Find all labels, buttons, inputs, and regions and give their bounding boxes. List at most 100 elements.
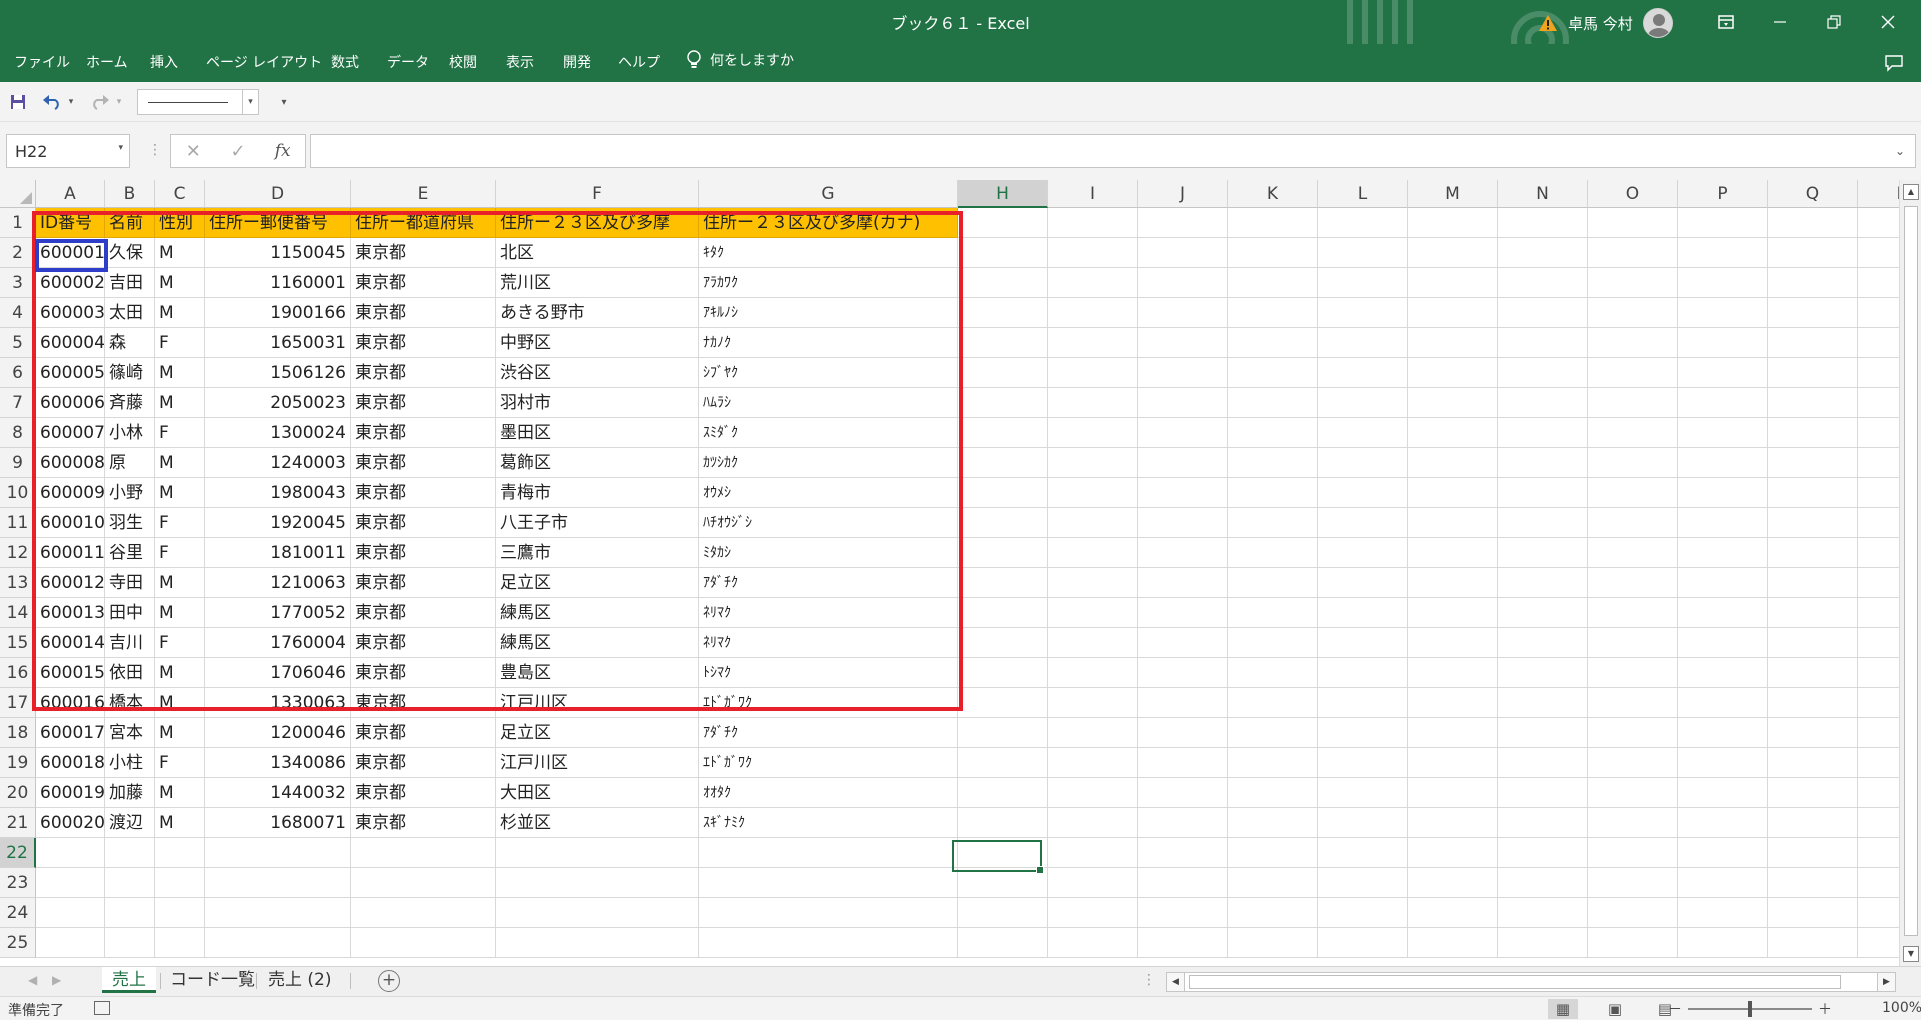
table-cell[interactable]: F [155, 328, 205, 358]
table-cell[interactable]: 江戸川区 [496, 688, 699, 718]
chevron-down-icon[interactable]: ▾ [242, 90, 258, 114]
empty-cell[interactable] [1228, 748, 1318, 778]
table-cell[interactable]: F [155, 418, 205, 448]
empty-cell[interactable] [1138, 508, 1228, 538]
table-cell[interactable]: M [155, 778, 205, 808]
table-cell[interactable]: M [155, 358, 205, 388]
column-header[interactable]: A [36, 180, 105, 208]
empty-cell[interactable] [1048, 568, 1138, 598]
empty-cell[interactable] [1678, 598, 1768, 628]
empty-cell[interactable] [1498, 838, 1588, 868]
row-header[interactable]: 3 [0, 268, 36, 298]
empty-cell[interactable] [1048, 808, 1138, 838]
insert-function-icon[interactable]: fx [260, 141, 305, 161]
table-cell[interactable]: M [155, 388, 205, 418]
tab-data[interactable]: データ [387, 52, 429, 72]
table-cell[interactable]: 600015 [36, 658, 105, 688]
empty-cell[interactable] [1588, 568, 1678, 598]
empty-cell[interactable] [1588, 778, 1678, 808]
empty-cell[interactable] [1588, 628, 1678, 658]
row-header[interactable]: 14 [0, 598, 36, 628]
table-cell[interactable]: 北区 [496, 238, 699, 268]
empty-cell[interactable] [1588, 388, 1678, 418]
empty-cell[interactable] [1678, 778, 1768, 808]
empty-cell[interactable] [1858, 688, 1899, 718]
table-cell[interactable]: 1330063 [205, 688, 351, 718]
table-cell[interactable]: 600011 [36, 538, 105, 568]
empty-cell[interactable] [1048, 388, 1138, 418]
table-cell[interactable]: 東京都 [351, 658, 496, 688]
empty-cell[interactable] [1768, 658, 1858, 688]
empty-cell[interactable] [1318, 628, 1408, 658]
empty-cell[interactable] [958, 688, 1048, 718]
column-header[interactable]: L [1318, 180, 1408, 208]
table-cell[interactable]: 江戸川区 [496, 748, 699, 778]
empty-cell[interactable] [958, 328, 1048, 358]
table-cell[interactable]: 1920045 [205, 508, 351, 538]
empty-cell[interactable] [1138, 268, 1228, 298]
empty-cell[interactable] [958, 448, 1048, 478]
empty-cell[interactable] [496, 868, 699, 898]
table-cell[interactable]: 寺田 [105, 568, 155, 598]
empty-cell[interactable] [1408, 208, 1498, 238]
empty-cell[interactable] [1498, 778, 1588, 808]
empty-cell[interactable] [1768, 448, 1858, 478]
row-header[interactable]: 19 [0, 748, 36, 778]
empty-cell[interactable] [1498, 688, 1588, 718]
row-header[interactable]: 22 [0, 838, 36, 868]
empty-cell[interactable] [1678, 568, 1768, 598]
empty-cell[interactable] [1228, 658, 1318, 688]
empty-cell[interactable] [1588, 238, 1678, 268]
empty-cell[interactable] [1138, 328, 1228, 358]
empty-cell[interactable] [1858, 748, 1899, 778]
empty-cell[interactable] [1318, 508, 1408, 538]
empty-cell[interactable] [1408, 928, 1498, 958]
redo-icon[interactable] [88, 90, 112, 114]
column-header[interactable]: Q [1768, 180, 1858, 208]
empty-cell[interactable] [1858, 718, 1899, 748]
empty-cell[interactable] [1768, 298, 1858, 328]
empty-cell[interactable] [1318, 448, 1408, 478]
ribbon-display-icon[interactable] [1698, 0, 1754, 44]
table-cell[interactable]: 1340086 [205, 748, 351, 778]
table-cell[interactable]: M [155, 598, 205, 628]
empty-cell[interactable] [1858, 568, 1899, 598]
empty-cell[interactable] [496, 898, 699, 928]
column-header[interactable]: F [496, 180, 699, 208]
undo-icon[interactable] [40, 90, 64, 114]
row-header[interactable]: 21 [0, 808, 36, 838]
empty-cell[interactable] [1318, 748, 1408, 778]
empty-cell[interactable] [1048, 778, 1138, 808]
sheet-tab-sales-2[interactable]: 売上 (2) [258, 967, 341, 993]
row-header[interactable]: 10 [0, 478, 36, 508]
empty-cell[interactable] [205, 838, 351, 868]
empty-cell[interactable] [1768, 328, 1858, 358]
empty-cell[interactable] [1588, 448, 1678, 478]
table-cell[interactable]: 600001 [36, 238, 105, 268]
empty-cell[interactable] [1408, 508, 1498, 538]
enter-icon[interactable]: ✓ [216, 141, 261, 162]
empty-cell[interactable] [1048, 658, 1138, 688]
table-cell[interactable]: 東京都 [351, 538, 496, 568]
table-cell[interactable]: 橋本 [105, 688, 155, 718]
empty-cell[interactable] [36, 928, 105, 958]
empty-cell[interactable] [1138, 448, 1228, 478]
empty-cell[interactable] [1408, 448, 1498, 478]
table-cell[interactable]: 東京都 [351, 478, 496, 508]
empty-cell[interactable] [958, 928, 1048, 958]
empty-cell[interactable] [1858, 898, 1899, 928]
empty-cell[interactable] [1498, 808, 1588, 838]
empty-cell[interactable] [1858, 268, 1899, 298]
tab-view[interactable]: 表示 [506, 52, 534, 72]
empty-cell[interactable] [1858, 448, 1899, 478]
vertical-scrollbar[interactable]: ▲ ▼ [1899, 180, 1921, 966]
name-box[interactable]: H22 ▾ [6, 134, 130, 168]
save-icon[interactable] [6, 90, 30, 114]
empty-cell[interactable] [1678, 688, 1768, 718]
column-header[interactable]: R [1858, 180, 1899, 208]
empty-cell[interactable] [699, 898, 958, 928]
table-header-cell[interactable]: 住所ー都道府県 [351, 208, 496, 238]
empty-cell[interactable] [1858, 868, 1899, 898]
empty-cell[interactable] [1318, 208, 1408, 238]
empty-cell[interactable] [958, 478, 1048, 508]
